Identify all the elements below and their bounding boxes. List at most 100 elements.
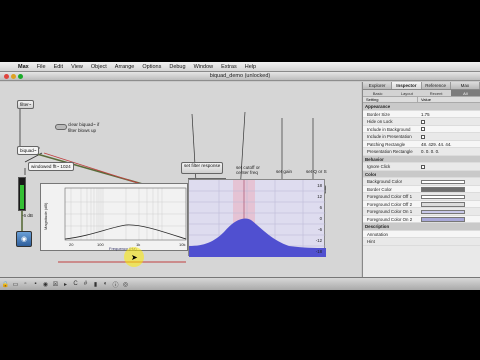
window-title: biquad_demo (unlocked) <box>209 73 271 79</box>
audio-icon[interactable]: ◎ <box>122 281 129 288</box>
set-filter-response-message[interactable]: set filter response <box>181 162 224 174</box>
color-swatch[interactable] <box>421 217 465 222</box>
inspector-section[interactable]: Color <box>363 170 480 178</box>
inspector-setting-value[interactable] <box>418 208 480 215</box>
filter-message[interactable]: filter~ <box>17 100 35 109</box>
presentation-icon[interactable]: ▭ <box>12 281 19 288</box>
new-object-icon[interactable]: ▫ <box>22 281 29 288</box>
inspector-section[interactable]: Appearance <box>363 103 480 111</box>
color-swatch[interactable] <box>421 187 465 192</box>
inspector-setting-value[interactable] <box>418 178 480 185</box>
clear-message[interactable] <box>55 124 67 130</box>
slider-icon[interactable]: ▮ <box>92 281 99 288</box>
tab-reference[interactable]: Reference <box>422 82 451 89</box>
comment-icon[interactable]: C <box>72 281 79 288</box>
inspector-setting-value[interactable] <box>418 186 480 193</box>
inspector-setting-value[interactable]: 1.75 <box>418 111 480 118</box>
checkbox[interactable] <box>421 164 425 169</box>
palette-icon[interactable]: ◐ <box>102 281 109 288</box>
inspector-row[interactable]: Presentation Rectangle 0. 0. 0. 0. <box>363 148 480 156</box>
inspector-row[interactable]: Hint <box>363 238 480 246</box>
number-icon[interactable]: ▸ <box>62 281 69 288</box>
filter-layout[interactable]: Layout <box>392 90 421 96</box>
inspector-row[interactable]: Foreground Color Off 1 <box>363 193 480 201</box>
inspector-setting-value[interactable] <box>418 216 480 223</box>
inspector-row[interactable]: Include in Background <box>363 125 480 133</box>
menu-options[interactable]: Options <box>138 64 165 70</box>
inspector-setting-value[interactable] <box>418 201 480 208</box>
speaker-icon[interactable]: ◉ <box>16 231 32 247</box>
clear-comment: clear biquad~ if filter blows up <box>68 122 100 133</box>
inspector-row[interactable]: Border Size 1.75 <box>363 110 480 118</box>
button-icon[interactable]: ◉ <box>42 281 49 288</box>
column-setting[interactable]: Setting <box>363 97 418 102</box>
inspector-setting-value[interactable] <box>418 163 480 170</box>
message-icon[interactable]: ▪ <box>32 281 39 288</box>
filter-recent[interactable]: Recent <box>422 90 451 96</box>
inspector-section[interactable]: Behavior <box>363 155 480 163</box>
inspector-setting-value[interactable] <box>418 118 480 125</box>
inspector-row[interactable]: Ignore Click <box>363 163 480 171</box>
checkbox[interactable] <box>421 127 425 132</box>
lock-icon[interactable]: 🔒 <box>2 281 9 288</box>
inspector-row[interactable]: Include in Presentation <box>363 133 480 141</box>
inspector-setting-name: Hide on Lock <box>367 119 393 124</box>
biquad-object[interactable]: biquad~ <box>17 146 40 155</box>
menu-help[interactable]: Help <box>241 64 260 70</box>
checkbox[interactable] <box>421 134 425 139</box>
inspector-icon[interactable]: ⓘ <box>112 281 119 289</box>
menu-edit[interactable]: Edit <box>50 64 67 70</box>
windowed-fft-object[interactable]: windowed fft~ 1024 <box>28 162 74 171</box>
inspector-setting-name: Background Color <box>367 179 403 184</box>
checkbox[interactable] <box>421 119 425 124</box>
inspector-setting-value[interactable]: 48. 429. 44. 44. <box>418 141 480 148</box>
color-swatch[interactable] <box>421 179 465 184</box>
menu-app[interactable]: Max <box>14 64 33 70</box>
menu-debug[interactable]: Debug <box>165 64 189 70</box>
level-label: -6 dB <box>22 213 33 218</box>
inspector-row[interactable]: Patching Rectangle 48. 429. 44. 44. <box>363 140 480 148</box>
inspector-row[interactable]: Border Color <box>363 185 480 193</box>
inspector-section[interactable]: Description <box>363 223 480 231</box>
inspector-row[interactable]: Foreground Color On 2 <box>363 215 480 223</box>
video-frame: Max File Edit View Object Arrange Option… <box>0 0 480 360</box>
inspector-row[interactable]: Hide on Lock <box>363 118 480 126</box>
color-swatch[interactable] <box>421 209 465 214</box>
color-swatch[interactable] <box>421 194 465 199</box>
menu-object[interactable]: Object <box>87 64 111 70</box>
inspector-setting-value[interactable] <box>418 231 480 238</box>
filter-basic[interactable]: Basic <box>363 90 392 96</box>
inspector-row[interactable]: Foreground Color Off 2 <box>363 200 480 208</box>
inspector-setting-value[interactable] <box>418 193 480 200</box>
gain-slider[interactable] <box>18 177 26 211</box>
column-value[interactable]: Value <box>418 97 480 102</box>
inspector-section-label: Color <box>365 171 377 177</box>
inspector-tabs: Explorer Inspector Reference Max <box>363 82 480 90</box>
inspector-setting-name: Border Size <box>367 111 390 117</box>
inspector-row[interactable]: Background Color <box>363 178 480 186</box>
color-swatch[interactable] <box>421 202 465 207</box>
toggle-icon[interactable]: ☒ <box>52 281 59 288</box>
tab-inspector[interactable]: Inspector <box>392 82 422 89</box>
inspector-setting-value[interactable] <box>418 238 480 245</box>
menu-arrange[interactable]: Arrange <box>111 64 139 70</box>
menu-view[interactable]: View <box>67 64 87 70</box>
screen: Max File Edit View Object Arrange Option… <box>0 62 480 290</box>
inspector-setting-value[interactable] <box>418 126 480 133</box>
inspector-row[interactable]: Annotation <box>363 230 480 238</box>
filtergraph[interactable]: 18 12 6 0 -6 -12 -18 <box>188 179 326 257</box>
tab-explorer[interactable]: Explorer <box>363 82 393 89</box>
menu-file[interactable]: File <box>33 64 50 70</box>
filter-all[interactable]: All <box>450 90 480 96</box>
menu-window[interactable]: Window <box>190 64 218 70</box>
tab-max[interactable]: Max <box>451 82 480 89</box>
inspector-row[interactable]: Foreground Color On 1 <box>363 208 480 216</box>
spectrum-display[interactable]: Magnitude (dB) 20 100 1k 10k Frequency (… <box>40 183 188 251</box>
inspector-setting-value[interactable]: 0. 0. 0. 0. <box>418 148 480 155</box>
spectrum-graph <box>64 187 187 241</box>
menu-extras[interactable]: Extras <box>217 64 241 70</box>
inspector-panel: Explorer Inspector Reference Max Basic L… <box>362 82 480 277</box>
grid-icon[interactable]: # <box>82 281 89 288</box>
inspector-setting-value[interactable] <box>418 133 480 140</box>
filtergraph-ticks: 18 12 6 0 -6 -12 -18 <box>310 180 322 257</box>
